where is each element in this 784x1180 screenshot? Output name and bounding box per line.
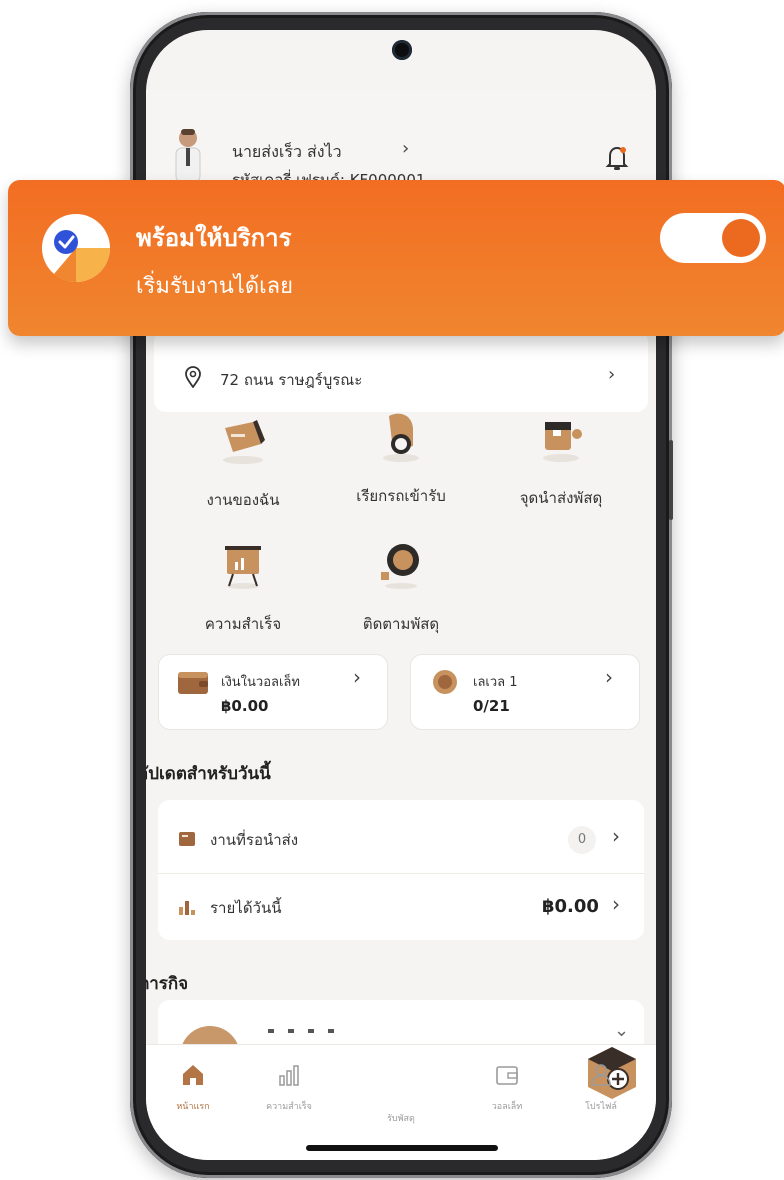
chevron-right-icon: › [605,665,613,689]
track-parcel-icon [381,544,419,589]
pending-jobs-row[interactable]: งานที่รอนำส่ง 0 › [158,806,644,874]
chevron-right-icon: › [353,665,361,689]
nav-home[interactable]: หน้าแรก [148,1061,238,1113]
income-row[interactable]: รายได้วันนี้ ฿0.00 › [158,874,644,942]
bottom-nav: หน้าแรก ความสำเร็จ รับพัสดุ วอลเล็ท โปรไ… [146,1044,656,1160]
menu-label: จุดนำส่งพัสดุ [519,489,603,507]
menu-achievement[interactable]: ความสำเร็จ [168,534,318,636]
menu-my-jobs[interactable]: งานของฉัน [168,410,318,512]
nav-label: วอลเล็ท [491,1102,523,1112]
wallet-icon [496,1066,518,1085]
home-icon [183,1065,203,1085]
level-title: เลเวล 1 [473,675,518,690]
availability-status-icon [42,214,110,283]
power-button [669,440,673,520]
level-value: 0/21 [473,697,510,715]
wallet-icon [178,672,208,694]
updates-card: งานที่รอนำส่ง 0 › รายได้วันนี้ ฿0.00 › [158,800,644,940]
availability-banner: พร้อมให้บริการ เริ่มรับงานได้เลย [8,180,784,336]
location-pin-icon [185,366,201,388]
updates-heading: อัปเดตสำหรับวันนี้ [146,764,271,784]
delivery-helmet-icon [383,413,419,462]
chevron-down-icon[interactable]: ⌄ [614,1020,629,1041]
menu-label: งานของฉัน [206,491,280,509]
wallet-title: เงินในวอลเล็ท [221,675,300,690]
front-camera [392,40,412,60]
pending-count-badge: 0 [568,826,596,854]
banner-title: พร้อมให้บริการ [136,224,292,252]
stage: นายส่งเร็ว ส่งไว › รหัสเคอรี่ เฟรนด์: KF… [0,0,784,1180]
menu-label: ติดตามพัสดุ [362,615,440,633]
bar-chart-icon [179,901,195,915]
bell-icon[interactable] [604,144,630,172]
achievement-board-icon [225,546,261,589]
pending-jobs-label: งานที่รอนำส่ง [210,831,299,849]
address-text: 72 ถนน ราษฎร์บูรณะ [220,371,363,389]
chevron-right-icon: › [612,824,620,848]
income-value: ฿0.00 [542,896,599,917]
missions-heading: ภารกิจ [146,974,189,994]
user-name: นายส่งเร็ว ส่งไว [232,142,342,161]
nav-profile[interactable]: โปรไฟล์ [556,1061,646,1113]
banner-subtitle: เริ่มรับงานได้เลย [136,274,293,299]
menu-dropoff-point[interactable]: จุดนำส่งพัสดุ [486,408,636,510]
level-medal-icon [433,670,457,694]
profile-icon [591,1064,611,1086]
bar-chart-icon [279,1065,299,1086]
chevron-right-icon: › [612,892,620,916]
wallet-card[interactable]: เงินในวอลเล็ท ฿0.00 › [158,654,388,730]
income-label: รายได้วันนี้ [210,899,282,917]
dropoff-point-icon [543,422,582,462]
level-card[interactable]: เลเวล 1 0/21 › [410,654,640,730]
chevron-right-icon: › [608,364,616,385]
nav-wallet[interactable]: วอลเล็ท [462,1061,552,1113]
nav-label: โปรไฟล์ [585,1102,617,1112]
toggle-knob [722,219,760,257]
menu-track-parcel[interactable]: ติดตามพัสดุ [326,534,476,636]
menu-call-pickup[interactable]: เรียกรถเข้ารับ [326,406,476,508]
mission-placeholder-text [268,1029,334,1033]
nav-label: หน้าแรก [176,1102,210,1112]
chevron-right-icon[interactable]: › [402,138,409,159]
nav-receive-parcel[interactable]: รับพัสดุ [356,1047,636,1125]
package-icon [179,832,195,846]
package-box-icon [223,420,265,464]
availability-toggle[interactable] [660,213,766,263]
menu-label: ความสำเร็จ [204,615,282,633]
home-indicator [306,1145,498,1151]
address-card[interactable]: 72 ถนน ราษฎร์บูรณะ › [154,330,648,412]
wallet-value: ฿0.00 [221,697,269,715]
menu-label: เรียกรถเข้ารับ [356,487,446,505]
nav-label: รับพัสดุ [387,1114,415,1124]
nav-label: ความสำเร็จ [266,1102,312,1112]
nav-achievement[interactable]: ความสำเร็จ [244,1061,334,1113]
